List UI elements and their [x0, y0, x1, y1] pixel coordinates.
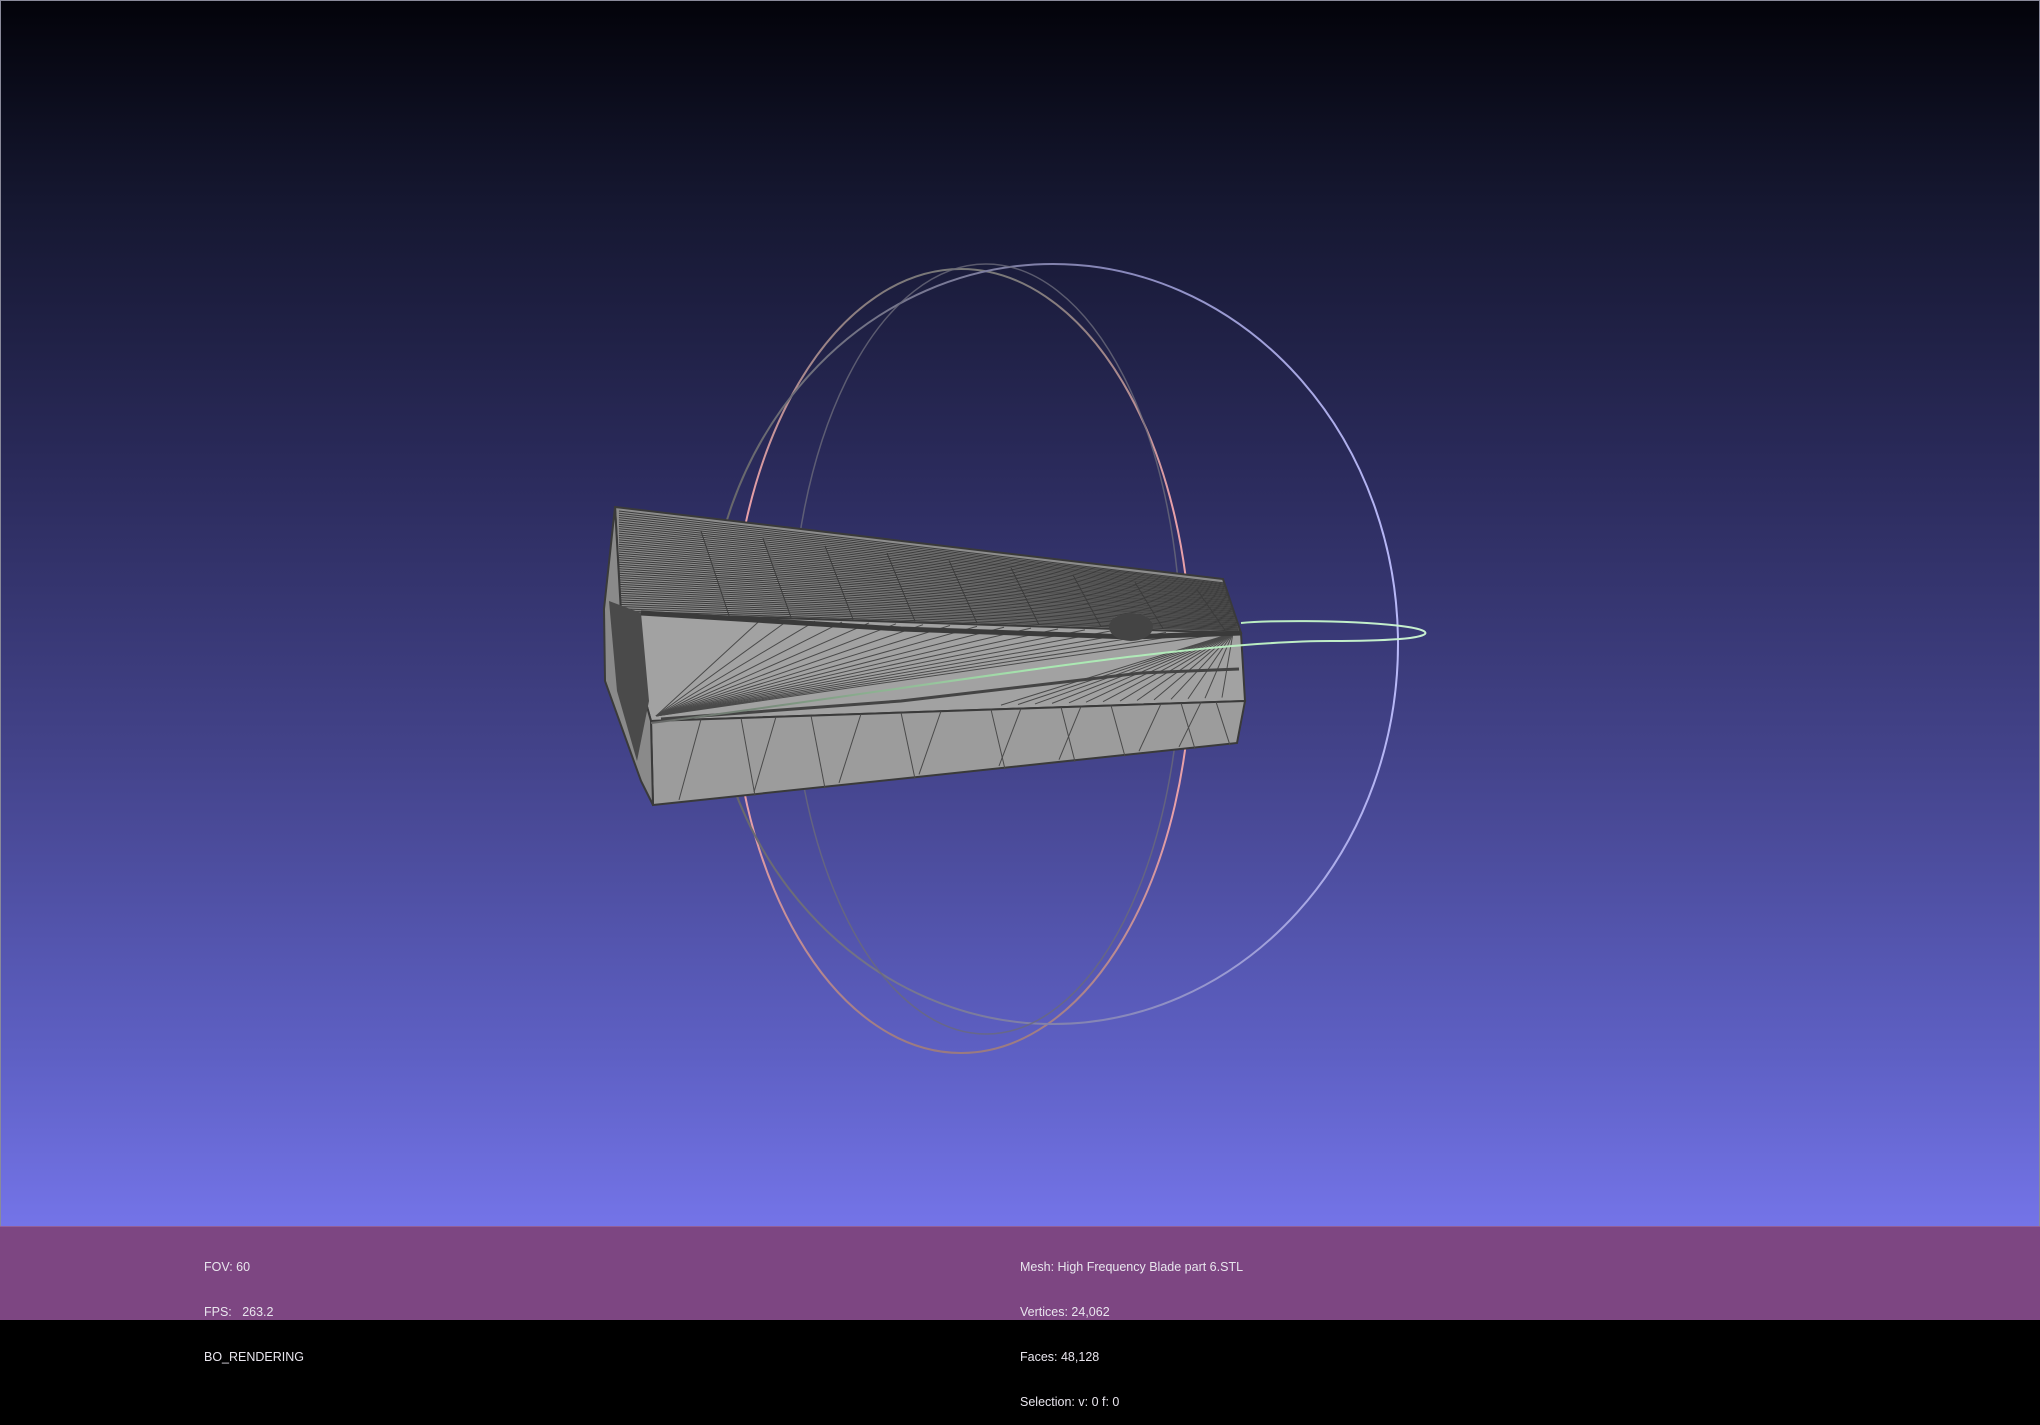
fov-label: FOV: 60	[204, 1260, 251, 1274]
blade-knot	[1109, 613, 1153, 641]
mesh-scene[interactable]	[1, 1, 2040, 1227]
blade-mesh[interactable]	[602, 505, 1247, 807]
3d-viewport[interactable]	[0, 0, 2040, 1320]
fps-label: FPS: 263.2	[204, 1305, 274, 1319]
render-mode-label: BO_RENDERING	[204, 1350, 305, 1364]
mesh-info-panel: Mesh: High Frequency Blade part 6.STL Ve…	[1020, 1230, 1243, 1425]
selection-label: Selection: v: 0 f: 0	[1020, 1395, 1120, 1409]
faces-label: Faces: 48,128	[1020, 1350, 1100, 1364]
render-info-panel: FOV: 60 FPS: 263.2 BO_RENDERING	[204, 1230, 304, 1380]
mesh-name-label: Mesh: High Frequency Blade part 6.STL	[1020, 1260, 1244, 1274]
vertices-label: Vertices: 24,062	[1020, 1305, 1110, 1319]
